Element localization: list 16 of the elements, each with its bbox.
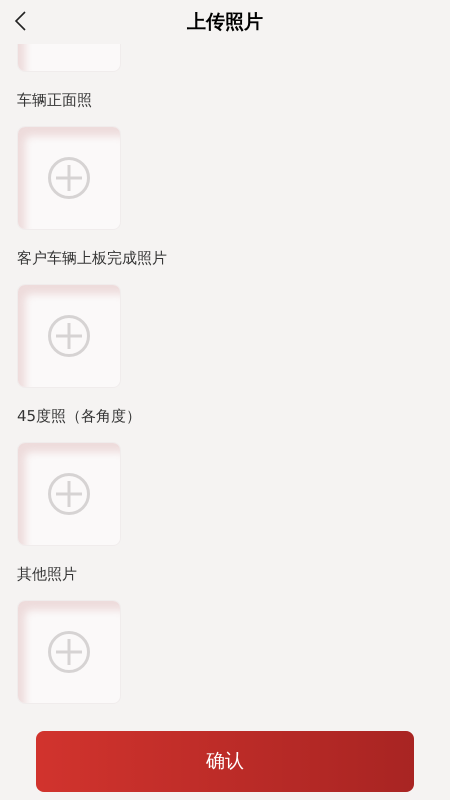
add-icon — [47, 472, 91, 516]
confirm-button[interactable]: 确认 — [36, 731, 414, 792]
section-label: 车辆正面照 — [17, 90, 93, 111]
section-label: 客户车辆上板完成照片 — [17, 248, 168, 269]
upload-tile[interactable] — [17, 284, 121, 388]
add-icon — [47, 630, 91, 674]
upload-tile[interactable] — [17, 126, 121, 230]
upload-tile[interactable] — [17, 442, 121, 546]
add-icon — [47, 314, 91, 358]
page-title: 上传照片 — [187, 10, 263, 35]
back-button[interactable] — [12, 10, 28, 32]
section-label: 其他照片 — [17, 564, 78, 585]
upload-tile[interactable] — [17, 600, 121, 704]
add-icon — [47, 156, 91, 200]
back-icon — [14, 11, 26, 31]
section-label: 45度照（各角度） — [17, 406, 142, 427]
